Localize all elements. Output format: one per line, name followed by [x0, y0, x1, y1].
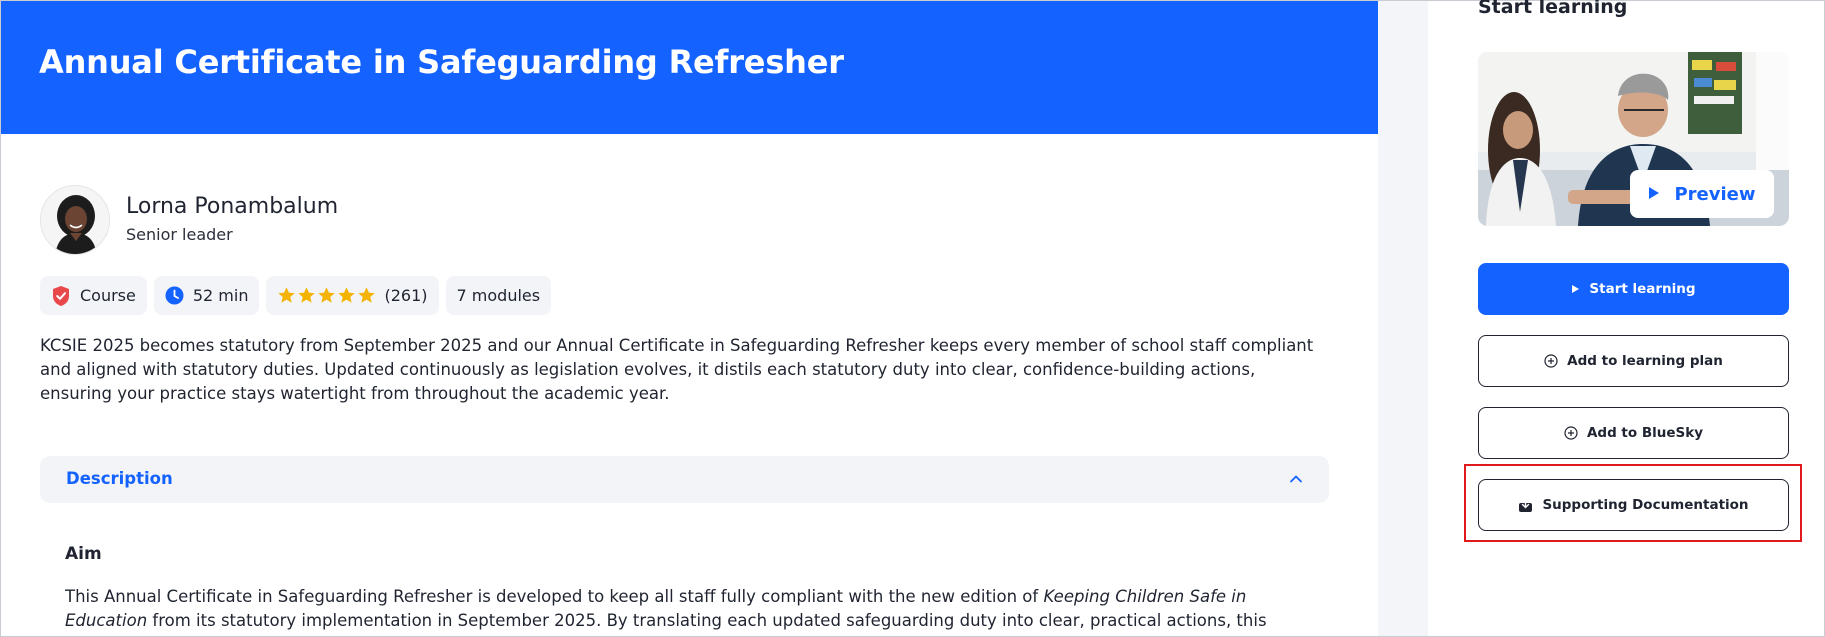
supporting-documentation-label: Supporting Documentation [1542, 497, 1749, 513]
aim-heading: Aim [65, 544, 102, 564]
course-meta-chips: Course 52 min (261) 7 modules [40, 276, 552, 315]
star-icon [318, 287, 336, 303]
description-heading: Description [66, 469, 173, 488]
course-summary: KCSIE 2025 becomes statutory from Septem… [40, 336, 1314, 403]
download-box-icon [1518, 497, 1533, 513]
rating-count: (261) [384, 286, 428, 305]
play-icon [1648, 184, 1660, 205]
course-preview-thumbnail[interactable]: Preview [1478, 52, 1789, 226]
aim-text-part: from its statutory implementation in Sep… [65, 611, 1267, 637]
rating-chip: (261) [266, 276, 439, 315]
add-to-bluesky-button[interactable]: Add to BlueSky [1478, 407, 1789, 459]
rating-stars [277, 286, 376, 305]
chevron-up-icon[interactable] [1288, 471, 1304, 491]
star-icon [278, 287, 296, 303]
plus-circle-icon [1544, 354, 1558, 368]
shield-check-icon [51, 285, 71, 307]
course-main: Annual Certificate in Safeguarding Refre… [1, 1, 1378, 637]
plus-circle-icon [1564, 426, 1578, 440]
add-to-learning-plan-label: Add to learning plan [1567, 353, 1723, 369]
preview-button[interactable]: Preview [1630, 170, 1774, 218]
star-icon [338, 287, 356, 303]
add-to-bluesky-label: Add to BlueSky [1586, 425, 1704, 441]
preview-label: Preview [1674, 183, 1756, 205]
clock-icon [165, 286, 184, 305]
duration-chip: 52 min [153, 276, 260, 315]
start-learning-panel: Start learning Preview Start learning Ad… [1428, 0, 1824, 636]
course-type-chip: Course [40, 276, 147, 315]
supporting-documentation-button[interactable]: Supporting Documentation [1478, 479, 1789, 531]
author-block: Lorna Ponambalum Senior leader [40, 184, 338, 256]
modules-label: 7 modules [456, 286, 541, 305]
play-icon [1571, 284, 1580, 294]
course-hero: Annual Certificate in Safeguarding Refre… [1, 1, 1378, 134]
panel-title: Start learning [1478, 0, 1628, 18]
aim-text-part: This Annual Certificate in Safeguarding … [65, 587, 1044, 606]
start-learning-label: Start learning [1589, 281, 1696, 297]
duration-label: 52 min [192, 286, 249, 305]
page-title: Annual Certificate in Safeguarding Refre… [39, 43, 844, 81]
aim-body: This Annual Certificate in Safeguarding … [65, 585, 1325, 637]
author-role: Senior leader [126, 225, 233, 244]
modules-chip: 7 modules [445, 276, 552, 315]
author-name: Lorna Ponambalum [126, 194, 339, 219]
course-type-label: Course [80, 286, 136, 305]
description-accordion-header[interactable]: Description [40, 456, 1329, 503]
add-to-learning-plan-button[interactable]: Add to learning plan [1478, 335, 1789, 387]
avatar [40, 185, 110, 255]
start-learning-button[interactable]: Start learning [1478, 263, 1789, 315]
layout-gutter [1378, 1, 1428, 636]
star-icon [358, 287, 376, 303]
star-icon [298, 287, 316, 303]
